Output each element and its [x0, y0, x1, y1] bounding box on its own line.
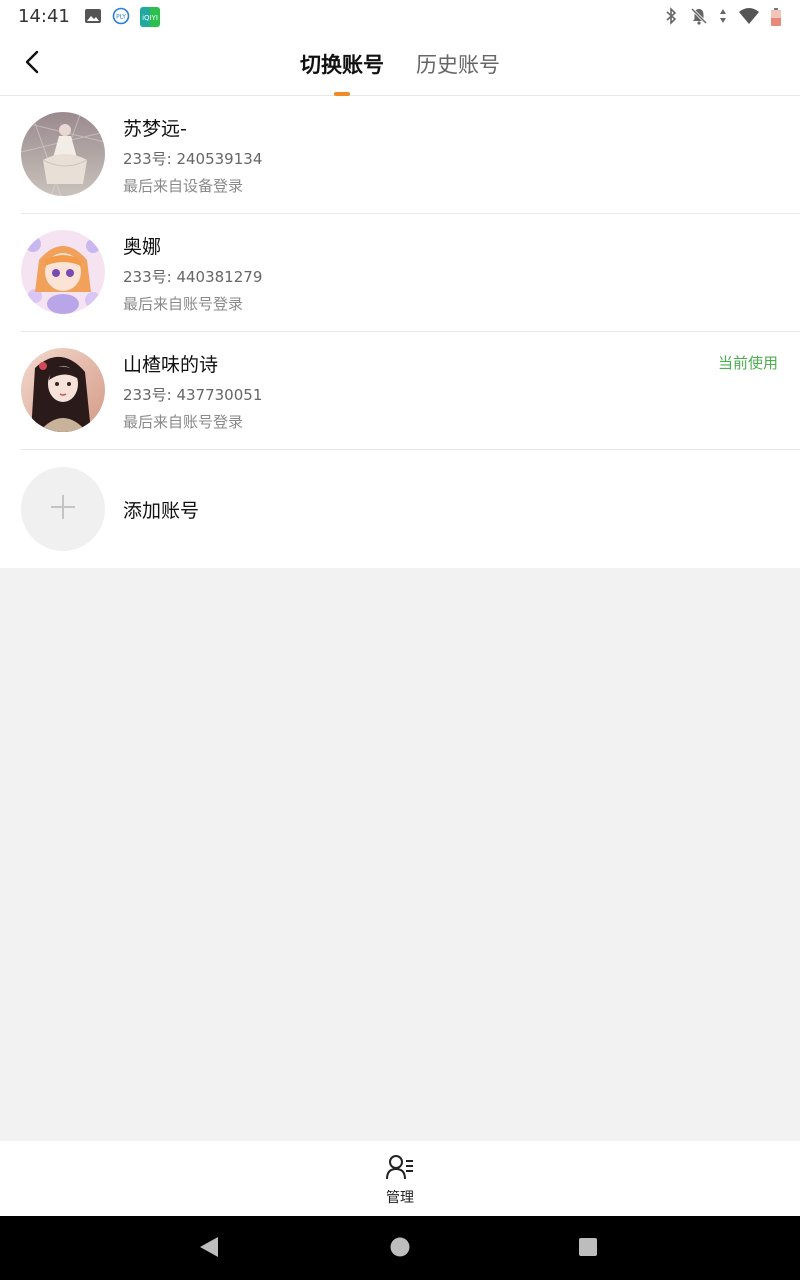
data-arrows-icon: [718, 7, 728, 25]
status-bar: 14:41 PLY iQIYI: [0, 0, 800, 32]
nav-home-icon: [389, 1236, 411, 1262]
tab-history-account[interactable]: 历史账号: [400, 32, 516, 96]
account-uid: 233号: 240539134: [123, 148, 262, 169]
user-manage-icon: [385, 1153, 415, 1185]
account-login-info: 最后来自设备登录: [123, 177, 244, 195]
account-uid: 233号: 440381279: [123, 266, 262, 287]
tab-bar: 切换账号 历史账号: [0, 32, 800, 96]
status-right-icons: [662, 7, 782, 26]
account-uid-value: 437730051: [176, 386, 263, 404]
header: 切换账号 历史账号: [0, 32, 800, 96]
plus-icon: [49, 493, 77, 525]
play-badge-icon: PLY: [112, 7, 130, 25]
nav-home-button[interactable]: [387, 1236, 413, 1262]
bottom-bar: 管理: [0, 1141, 800, 1216]
account-uid-label: 233号:: [123, 386, 172, 404]
account-login-info: 最后来自账号登录: [123, 413, 244, 431]
status-left-icons: PLY iQIYI: [84, 7, 160, 27]
svg-text:iQIYI: iQIYI: [142, 14, 158, 22]
nav-back-icon: [198, 1236, 220, 1262]
account-uid-label: 233号:: [123, 268, 172, 286]
avatar: [21, 230, 105, 314]
notifications-off-icon: [690, 7, 708, 25]
nav-back-button[interactable]: [196, 1236, 222, 1262]
wifi-icon: [738, 7, 760, 25]
manage-button[interactable]: 管理: [370, 1153, 430, 1209]
account-uid-value: 240539134: [176, 150, 263, 168]
avatar: [21, 348, 105, 432]
account-uid: 233号: 437730051: [123, 384, 262, 405]
status-time: 14:41: [18, 5, 70, 27]
account-row[interactable]: 山楂味的诗 233号: 437730051 最后来自账号登录 当前使用: [0, 332, 800, 450]
account-uid-label: 233号:: [123, 150, 172, 168]
tab-history-account-label: 历史账号: [416, 53, 500, 77]
account-name: 山楂味的诗: [123, 354, 219, 376]
system-nav-bar: [0, 1216, 800, 1280]
account-uid-value: 440381279: [176, 268, 263, 286]
tab-switch-account[interactable]: 切换账号: [284, 32, 400, 96]
nav-recents-button[interactable]: [575, 1236, 601, 1262]
add-account-button[interactable]: [21, 467, 105, 551]
bluetooth-icon: [662, 7, 680, 25]
tab-switch-account-label: 切换账号: [300, 53, 384, 77]
account-name: 奥娜: [123, 236, 162, 258]
account-name: 苏梦远-: [123, 118, 187, 140]
account-row[interactable]: 苏梦远- 233号: 240539134 最后来自设备登录: [0, 96, 800, 214]
gallery-icon: [84, 7, 102, 25]
nav-recents-icon: [577, 1236, 599, 1262]
avatar: [21, 112, 105, 196]
battery-icon: [770, 7, 782, 26]
account-row[interactable]: 奥娜 233号: 440381279 最后来自账号登录: [0, 214, 800, 332]
add-account-label: 添加账号: [123, 500, 200, 522]
add-account-row[interactable]: 添加账号: [0, 450, 800, 568]
current-badge: 当前使用: [717, 354, 778, 372]
account-login-info: 最后来自账号登录: [123, 295, 244, 313]
svg-text:PLY: PLY: [116, 14, 126, 21]
account-list: 苏梦远- 233号: 240539134 最后来自设备登录 奥娜 233号: 4…: [0, 96, 800, 568]
iqiyi-app-icon: iQIYI: [139, 7, 160, 27]
manage-label: 管理: [386, 1190, 414, 1206]
